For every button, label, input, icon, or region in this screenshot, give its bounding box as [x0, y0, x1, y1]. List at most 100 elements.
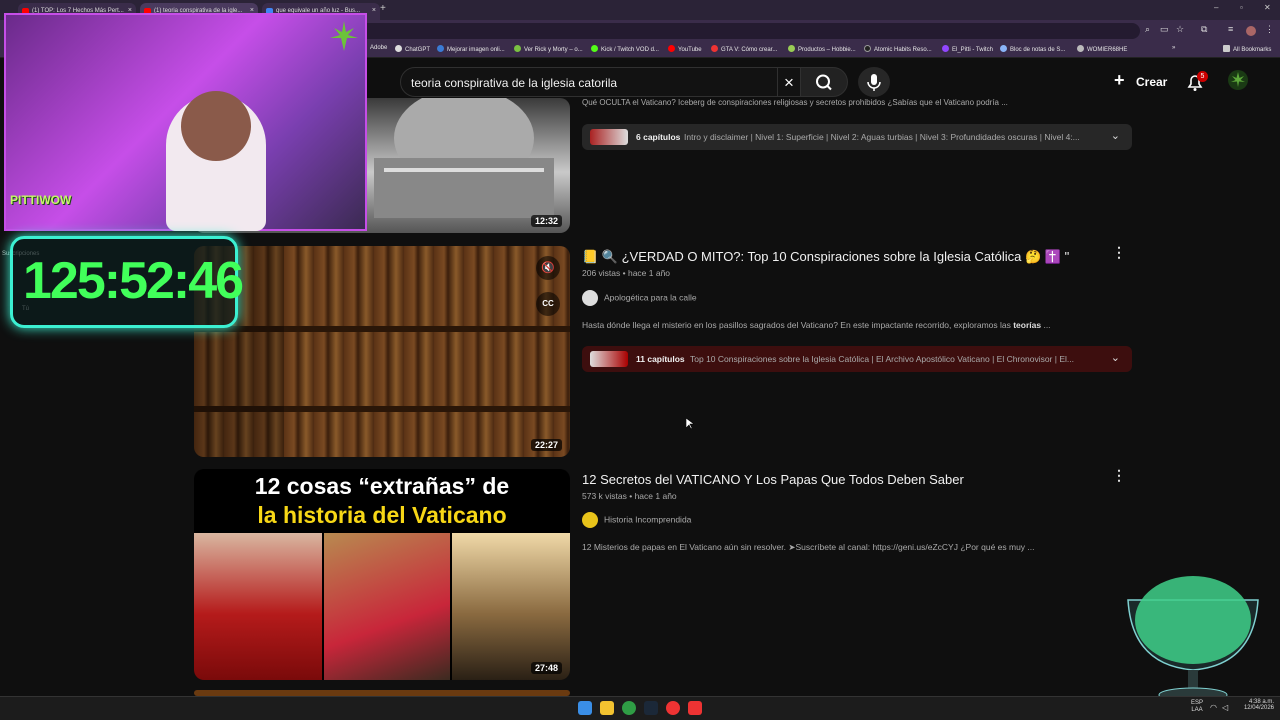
youtube-icon [668, 45, 675, 52]
twitch-icon [942, 45, 949, 52]
stream-timer: 125:52:46 [10, 236, 244, 328]
pope-portrait-image [194, 533, 322, 680]
atomic-icon [864, 45, 871, 52]
throne-image [324, 533, 450, 680]
video-duration: 22:27 [530, 439, 562, 451]
chatgpt-icon [395, 45, 402, 52]
bookmark-item[interactable]: Adobe [370, 45, 387, 51]
file-explorer-icon[interactable] [600, 701, 614, 715]
window-close-icon[interactable]: ✕ [1264, 3, 1271, 12]
bookmark-item[interactable]: El_Pitti - Twitch [942, 45, 993, 53]
clear-search-icon[interactable]: × [778, 67, 800, 97]
keyboard-icon [1077, 45, 1084, 52]
minimize-icon[interactable]: – [1214, 3, 1218, 12]
bookmark-item[interactable]: Mejorar imagen onli... [437, 45, 505, 53]
address-bar[interactable] [360, 23, 1140, 39]
video-description: Qué OCULTA el Vaticano? Iceberg de consp… [582, 98, 1008, 107]
bookmark-star-icon[interactable]: ☆ [1176, 24, 1184, 35]
extensions-icon[interactable]: ⧉ [1201, 24, 1207, 35]
video-thumbnail[interactable]: 12 cosas “extrañas” de la historia del V… [194, 469, 570, 680]
chapter-thumbnail [590, 129, 628, 145]
more-actions-icon[interactable]: ⋮ [1112, 467, 1126, 484]
video-duration: 12:32 [530, 215, 562, 227]
globe-icon [437, 45, 444, 52]
zoom-icon[interactable]: ⌕ [1145, 24, 1150, 35]
language-indicator[interactable]: ESP LAA [1190, 700, 1204, 714]
more-actions-icon[interactable]: ⋮ [1112, 244, 1126, 261]
bookmark-item[interactable]: GTA V: Cómo crear... [711, 45, 777, 53]
channel-avatar[interactable] [582, 290, 598, 306]
video-duration: 27:48 [530, 662, 562, 674]
shop-icon [788, 45, 795, 52]
new-tab-button[interactable]: + [380, 3, 386, 14]
steam-icon[interactable] [644, 701, 658, 715]
rick-icon [514, 45, 521, 52]
windows-start-icon[interactable] [578, 701, 592, 715]
chapters-bar[interactable]: 6 capítulos Intro y disclaimer | Nivel 1… [582, 124, 1132, 150]
video-meta: 206 vistas • hace 1 año [582, 268, 671, 278]
chapters-count: 6 capítulos [636, 132, 681, 142]
streamer-head [181, 91, 251, 161]
chrome-icon[interactable] [622, 701, 636, 715]
chapters-list: Top 10 Conspiraciones sobre la Iglesia C… [690, 354, 1074, 364]
mute-icon[interactable]: 🔇 [536, 256, 560, 280]
chrome-menu-icon[interactable]: ⋮ [1265, 24, 1274, 35]
mouse-cursor-icon [686, 418, 694, 430]
channel-link[interactable]: Apologética para la calle [582, 290, 697, 306]
bookmark-item[interactable]: YouTube [668, 45, 702, 53]
search-button[interactable] [800, 67, 848, 97]
folder-icon [1223, 45, 1230, 52]
bookmarks-overflow-button[interactable]: » [1172, 45, 1175, 51]
thumbnail-text-line1: 12 cosas “extrañas” de [254, 473, 510, 499]
notes-icon [1000, 45, 1007, 52]
plus-icon: + [1114, 70, 1125, 90]
thumbnail-text-line2: la historia del Vaticano [257, 502, 507, 528]
kick-icon [591, 45, 598, 52]
maximize-icon[interactable]: ▫ [1240, 3, 1243, 12]
video-title[interactable]: 12 Secretos del VATICANO Y Los Papas Que… [582, 472, 964, 487]
video-title[interactable]: 📒 🔍 ¿VERDAD O MITO?: Top 10 Conspiracion… [582, 249, 1069, 265]
media-icon[interactable]: ≡ [1228, 24, 1233, 34]
bookmark-item[interactable]: Bloc de notas de S... [1000, 45, 1065, 53]
bookmark-item[interactable]: Atomic Habits Reso... [864, 45, 932, 53]
weed-bowl-overlay [1127, 576, 1259, 703]
leaf-logo-icon [330, 21, 358, 51]
wifi-icon[interactable]: ◠ [1210, 703, 1217, 712]
windows-taskbar [0, 696, 1280, 720]
captions-icon[interactable]: CC [536, 292, 560, 316]
search-query-text[interactable]: teoria conspirativa de la iglesia catori… [411, 76, 617, 90]
bookmark-item[interactable]: Productos – Hobbie... [788, 45, 856, 53]
app-icon[interactable] [688, 701, 702, 715]
tab-close-icon[interactable]: × [372, 7, 376, 14]
voice-search-button[interactable] [858, 67, 890, 97]
leaf-icon [1231, 72, 1245, 87]
chevron-down-icon[interactable]: ⌄ [1111, 129, 1120, 142]
app-icon[interactable] [666, 701, 680, 715]
microphone-icon [867, 74, 881, 91]
video-thumbnail[interactable]: 🔇 CC 22:27 [194, 246, 570, 457]
cast-icon[interactable]: ▭ [1160, 24, 1169, 35]
library-shelves-image [194, 246, 570, 457]
bookmark-item[interactable]: Ver Rick y Morty – o... [514, 45, 583, 53]
bookmark-item[interactable]: WOMIER68HE [1077, 45, 1127, 53]
system-clock[interactable]: 4:38 a.m. 12/04/2026 [1240, 699, 1274, 711]
chapters-bar[interactable]: 11 capítulos Top 10 Conspiraciones sobre… [582, 346, 1132, 372]
bookmark-item[interactable]: Kick / Twitch VOD d... [591, 45, 659, 53]
bookmark-item[interactable]: ChatGPT [395, 45, 430, 53]
account-avatar[interactable] [1228, 70, 1248, 90]
chapters-count: 11 capítulos [636, 354, 685, 364]
create-button[interactable]: + Crear [1110, 70, 1176, 94]
volume-icon[interactable]: ◁ [1222, 703, 1228, 712]
stream-timer-text: 125:52:46 [23, 252, 244, 310]
channel-link[interactable]: Historia Incomprendida [582, 512, 691, 528]
channel-brand-logo: PITTIWOW [10, 193, 72, 207]
webcam-overlay: PITTIWOW [4, 13, 367, 231]
channel-avatar[interactable] [582, 512, 598, 528]
vatican-square-image [452, 533, 570, 680]
gta-icon [711, 45, 718, 52]
all-bookmarks-button[interactable]: All Bookmarks [1223, 45, 1271, 53]
search-icon [816, 74, 832, 91]
profile-avatar[interactable] [1246, 26, 1256, 36]
search-input[interactable]: teoria conspirativa de la iglesia catori… [400, 67, 778, 97]
chevron-down-icon[interactable]: ⌄ [1111, 351, 1120, 364]
